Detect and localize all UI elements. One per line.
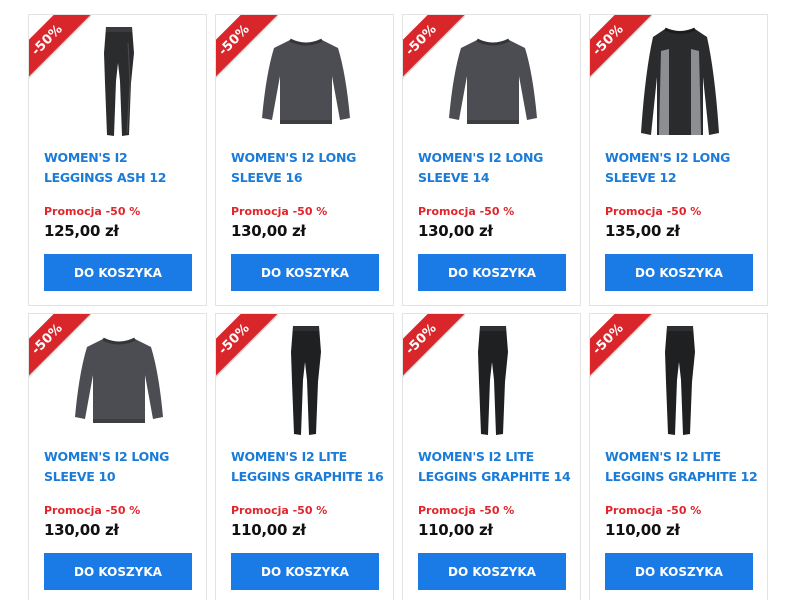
product-title-link[interactable]: WOMEN'S I2 LITE LEGGINS GRAPHITE 14 (418, 447, 573, 487)
discount-badge: -50% (215, 314, 278, 378)
discount-badge-label: -50% (402, 21, 440, 59)
product-card[interactable]: -50% WOMEN'S I2 LITE LEGGINS GRAPHITE 14… (402, 313, 581, 600)
product-card[interactable]: -50% WOMEN'S I2 LONG SLEEVE 10 Promocja … (28, 313, 207, 600)
discount-badge-label: -50% (215, 320, 253, 358)
discount-badge: -50% (589, 314, 652, 378)
discount-badge-label: -50% (589, 320, 627, 358)
discount-badge-label: -50% (28, 320, 66, 358)
product-title-link[interactable]: WOMEN'S I2 LEGGINGS ASH 12 (44, 148, 199, 188)
product-title-link[interactable]: WOMEN'S I2 LITE LEGGINS GRAPHITE 12 (605, 447, 760, 487)
product-card[interactable]: -50% WOMEN'S I2 LITE LEGGINS GRAPHITE 16… (215, 313, 394, 600)
promo-label: Promocja -50 % (605, 205, 702, 218)
leggings-icon (103, 27, 134, 136)
promo-label: Promocja -50 % (231, 504, 328, 517)
discount-badge: -50% (402, 15, 465, 79)
discount-badge: -50% (28, 314, 91, 378)
promo-label: Promocja -50 % (44, 504, 141, 517)
product-card[interactable]: -50% WOMEN'S I2 LONG SLEEVE 12 Promocja … (589, 14, 768, 306)
discount-badge-label: -50% (402, 320, 440, 358)
product-title-link[interactable]: WOMEN'S I2 LONG SLEEVE 16 (231, 148, 386, 188)
add-to-cart-button[interactable]: DO KOSZYKA (231, 254, 379, 291)
discount-badge: -50% (215, 15, 278, 79)
product-title-link[interactable]: WOMEN'S I2 LONG SLEEVE 14 (418, 148, 573, 188)
product-card[interactable]: -50% WOMEN'S I2 LONG SLEEVE 14 Promocja … (402, 14, 581, 306)
product-price: 125,00 zł (44, 222, 119, 240)
add-to-cart-button[interactable]: DO KOSZYKA (418, 254, 566, 291)
promo-label: Promocja -50 % (418, 504, 515, 517)
promo-label: Promocja -50 % (418, 205, 515, 218)
product-price: 130,00 zł (44, 521, 119, 539)
leggings-icon (477, 326, 508, 435)
add-to-cart-button[interactable]: DO KOSZYKA (44, 553, 192, 590)
leggings-icon (290, 326, 321, 435)
discount-badge-label: -50% (589, 21, 627, 59)
product-title-link[interactable]: WOMEN'S I2 LONG SLEEVE 12 (605, 148, 760, 188)
add-to-cart-button[interactable]: DO KOSZYKA (231, 553, 379, 590)
product-price: 130,00 zł (418, 222, 493, 240)
product-title-link[interactable]: WOMEN'S I2 LONG SLEEVE 10 (44, 447, 199, 487)
product-card[interactable]: -50% WOMEN'S I2 LEGGINGS ASH 12 Promocja… (28, 14, 207, 306)
product-price: 135,00 zł (605, 222, 680, 240)
discount-badge: -50% (28, 15, 91, 79)
leggings-icon (664, 326, 695, 435)
promo-label: Promocja -50 % (231, 205, 328, 218)
discount-badge-label: -50% (28, 21, 66, 59)
product-price: 110,00 zł (418, 521, 493, 539)
product-price: 130,00 zł (231, 222, 306, 240)
add-to-cart-button[interactable]: DO KOSZYKA (605, 254, 753, 291)
product-grid: -50% WOMEN'S I2 LEGGINGS ASH 12 Promocja… (0, 0, 799, 600)
add-to-cart-button[interactable]: DO KOSZYKA (44, 254, 192, 291)
promo-label: Promocja -50 % (44, 205, 141, 218)
add-to-cart-button[interactable]: DO KOSZYKA (605, 553, 753, 590)
discount-badge: -50% (402, 314, 465, 378)
product-card[interactable]: -50% WOMEN'S I2 LITE LEGGINS GRAPHITE 12… (589, 313, 768, 600)
discount-badge-label: -50% (215, 21, 253, 59)
add-to-cart-button[interactable]: DO KOSZYKA (418, 553, 566, 590)
product-title-link[interactable]: WOMEN'S I2 LITE LEGGINS GRAPHITE 16 (231, 447, 386, 487)
discount-badge: -50% (589, 15, 652, 79)
promo-label: Promocja -50 % (605, 504, 702, 517)
product-card[interactable]: -50% WOMEN'S I2 LONG SLEEVE 16 Promocja … (215, 14, 394, 306)
product-price: 110,00 zł (231, 521, 306, 539)
product-price: 110,00 zł (605, 521, 680, 539)
